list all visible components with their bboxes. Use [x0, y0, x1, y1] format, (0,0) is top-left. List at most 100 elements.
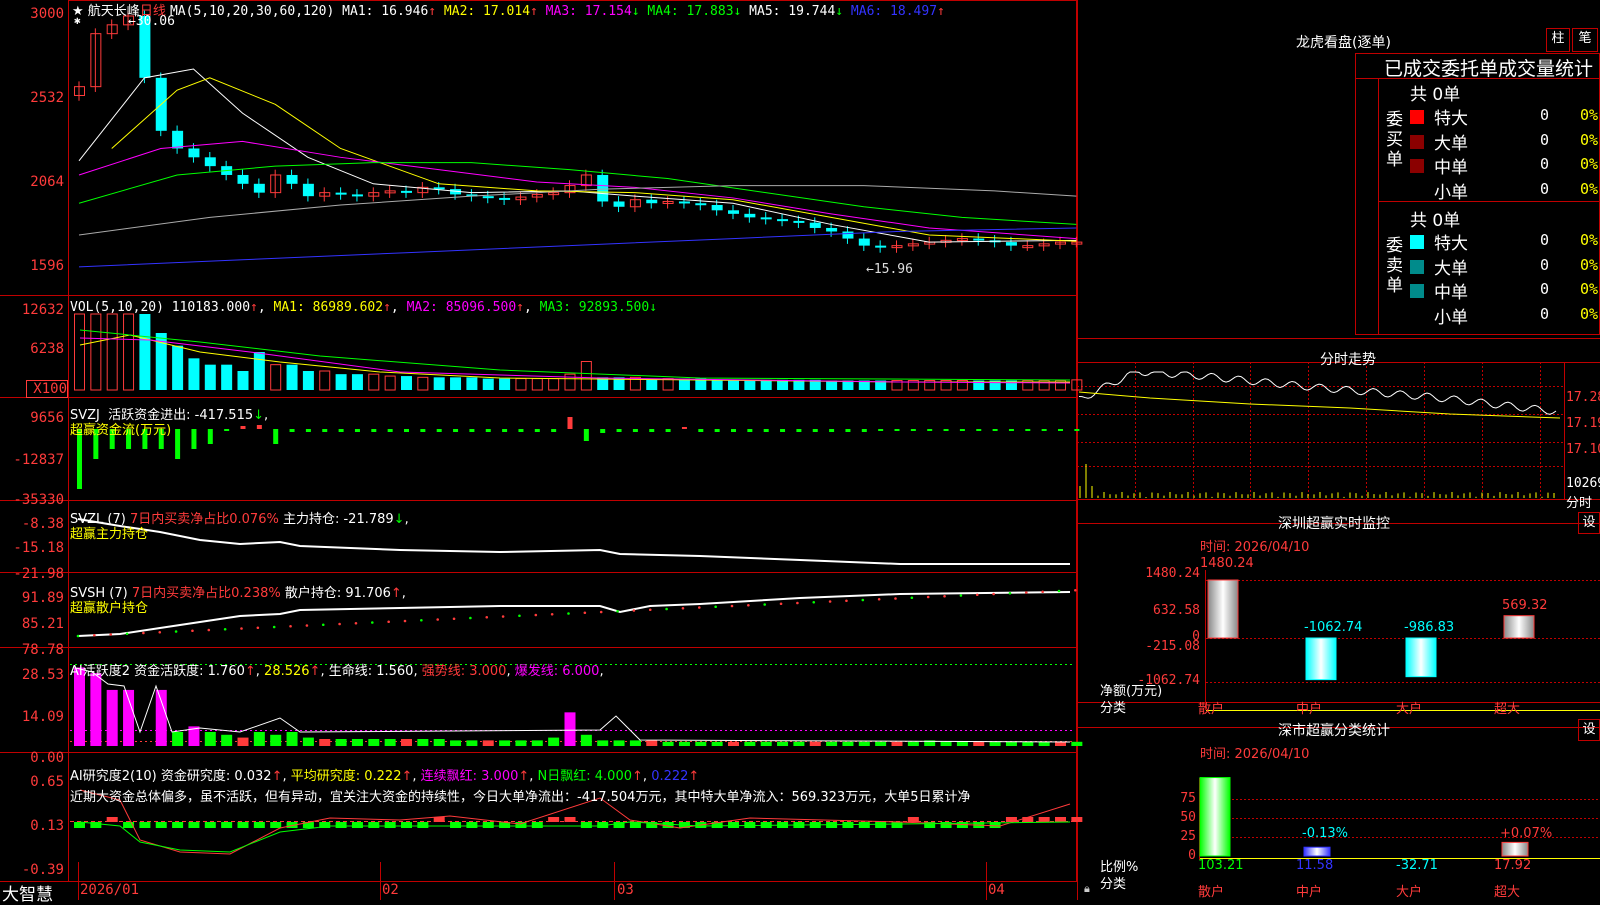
intraday-axis-label: 17.10: [1566, 442, 1600, 457]
price-axis-label: 3000: [30, 6, 64, 22]
research-bar: [858, 822, 870, 828]
retail-holding-dot: [207, 628, 211, 632]
candle-down: [401, 190, 412, 193]
research-bar: [172, 822, 184, 828]
retail-holding-dot: [191, 629, 194, 633]
monitor-bar-category: 大户: [1396, 702, 1423, 717]
ai-active-axis-label: 28.53: [21, 667, 64, 683]
research-bar: [351, 822, 363, 828]
order-count: 0: [1540, 106, 1550, 124]
candle-down: [613, 201, 625, 207]
color-swatch-icon: [1410, 134, 1424, 149]
fund-outflow-bar: [224, 429, 230, 431]
vol-header: VOL(5,10,20) 110183.000↑, MA1: 86989.602…: [70, 300, 658, 315]
retail-holding-dot: [763, 603, 766, 606]
classify-axis-label: 0: [1188, 848, 1196, 863]
vol-bar-down: [139, 314, 151, 390]
vol-bar-up: [106, 313, 118, 391]
activity-bar: [907, 741, 919, 746]
retail-holding-dot: [665, 607, 668, 611]
fund-outflow-bar: [616, 429, 622, 432]
order-size-label: 大单: [1434, 258, 1468, 279]
order-count: 0: [1540, 280, 1550, 298]
retail-holding-dot: [518, 614, 521, 618]
candle-down: [973, 238, 985, 241]
fund-outflow-bar: [632, 429, 638, 432]
up-arrow-icon: ↑: [937, 4, 945, 19]
fund-outflow-bar: [649, 429, 655, 432]
tick-mode-button[interactable]: 笔: [1572, 28, 1598, 52]
activity-bar: [335, 738, 347, 746]
research-bar: [891, 822, 903, 828]
activity-bar: [891, 741, 903, 746]
retail-holding-dot: [926, 595, 930, 599]
candle-down: [875, 245, 887, 248]
monitor-settings-button[interactable]: 设: [1578, 512, 1600, 534]
bar-mode-button[interactable]: 柱: [1546, 28, 1570, 52]
research-bar: [1055, 817, 1066, 822]
activity-bar: [711, 741, 723, 746]
fund-outflow-bar: [714, 429, 720, 432]
retail-holding-dot: [730, 604, 734, 608]
monitor-bar-category: 中户: [1296, 702, 1323, 717]
fund-outflow-bar: [829, 429, 835, 432]
fund-outflow-bar: [77, 429, 82, 489]
activity-bar: [580, 734, 592, 746]
vol-bar-down: [744, 379, 756, 390]
svzl-axis-label: -15.18: [13, 540, 64, 556]
activity-bar: [564, 712, 576, 746]
retail-holding-dot: [550, 612, 554, 616]
classify-settings-button[interactable]: 设: [1578, 719, 1600, 741]
order-size-label: 中单: [1434, 158, 1468, 178]
vol-bar-down: [253, 352, 265, 390]
candle-down: [711, 205, 723, 211]
fund-outflow-bar: [600, 429, 606, 433]
ma6-line: [78, 227, 1077, 268]
activity-bar: [858, 741, 870, 746]
vol-bar-up: [74, 313, 85, 391]
vol-bar-up: [90, 313, 102, 391]
retail-holding-dot: [910, 596, 914, 600]
classify-xlabel: 分类: [1100, 877, 1127, 892]
sell-order-row: 大单 0 0%: [1410, 254, 1600, 279]
activity-bar: [106, 689, 118, 746]
classify-axis-label: 75: [1180, 791, 1196, 806]
buy-order-row: 中单 0 0%: [1410, 153, 1600, 178]
activity-bar: [842, 741, 854, 746]
fund-outflow-bar: [322, 429, 328, 432]
classify-bar: [1303, 846, 1331, 857]
activity-bar: [826, 741, 838, 746]
order-pct: 0%: [1580, 179, 1599, 198]
monitor-bar: [1305, 637, 1337, 681]
activity-bar: [662, 741, 674, 746]
retail-holding-dot: [534, 613, 538, 617]
research-bar: [74, 822, 85, 828]
candle-down: [335, 192, 347, 195]
kline-header: ★ 航天长峰日线 MA(5,10,20,30,60,120) MA1: 16.9…: [72, 0, 945, 19]
ai-research-axis-label: 0.13: [30, 818, 64, 834]
order-size-label: 小单: [1434, 182, 1468, 203]
fund-outflow-bar: [469, 429, 475, 432]
retail-holding-dot: [845, 599, 848, 603]
lock-icon[interactable]: 🔒︎: [1084, 882, 1090, 896]
fund-outflow-bar: [1008, 429, 1014, 431]
down-arrow-icon: ↓: [733, 4, 742, 19]
research-bar: [253, 822, 265, 828]
research-bar: [1038, 817, 1050, 822]
activity-bar: [875, 741, 887, 746]
vol-bar-down: [777, 379, 789, 390]
candle-down: [777, 219, 789, 222]
classify-bar-value: -32.71: [1396, 858, 1438, 873]
fund-outflow-bar: [207, 429, 213, 444]
vol-unit-badge[interactable]: X100: [26, 380, 68, 398]
retail-holding-dot: [223, 627, 227, 631]
research-bar: [433, 817, 445, 822]
fund-outflow-bar: [175, 429, 181, 459]
candle-down: [760, 217, 772, 220]
ai-research-axis-label: -0.39: [21, 862, 64, 878]
activity-bar: [989, 741, 1001, 746]
retail-holding-dot: [632, 609, 636, 612]
candle-down: [499, 197, 511, 200]
candle-down: [237, 174, 249, 184]
settings-dot-icon[interactable]: ✱: [74, 14, 81, 27]
